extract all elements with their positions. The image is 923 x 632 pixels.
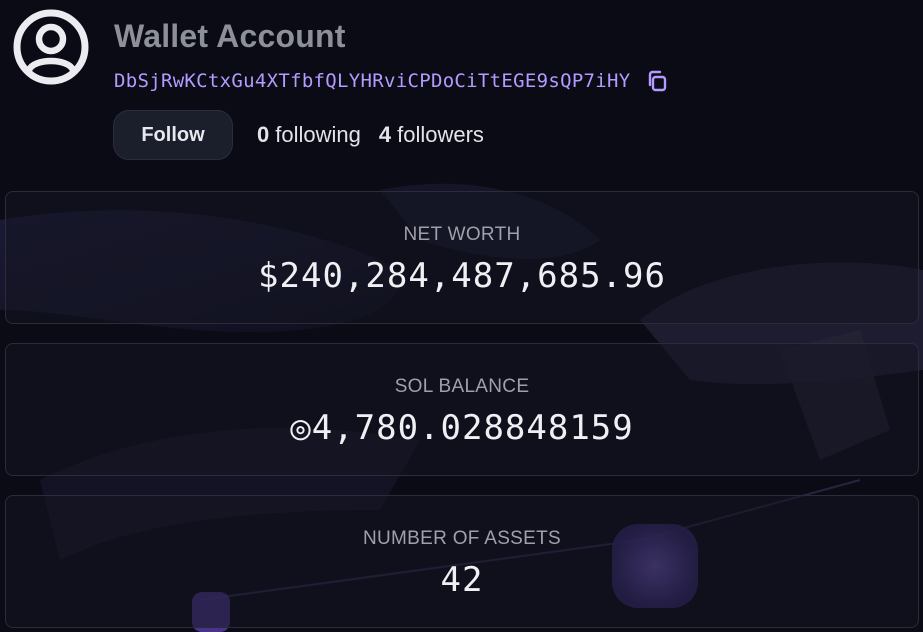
follow-row: Follow 0 following 4 followers	[113, 110, 484, 160]
net-worth-value: $240,284,487,685.96	[258, 256, 666, 296]
following-stat[interactable]: 0 following	[257, 122, 361, 148]
page-title: Wallet Account	[114, 18, 346, 54]
follow-stats: 0 following 4 followers	[257, 122, 484, 148]
profile-header: Wallet Account DbSjRwKCtxGu4XTfbfQLYHRvi…	[12, 8, 923, 178]
wallet-account-page: Wallet Account DbSjRwKCtxGu4XTfbfQLYHRvi…	[0, 0, 923, 632]
net-worth-label: NET WORTH	[403, 224, 521, 245]
following-count: 0	[257, 122, 270, 147]
sol-balance-value: ◎4,780.028848159	[290, 408, 634, 448]
sol-balance-card: SOL BALANCE ◎4,780.028848159	[5, 343, 919, 476]
sol-balance-label: SOL BALANCE	[394, 376, 530, 397]
wallet-address-row: DbSjRwKCtxGu4XTfbfQLYHRviCPDoCiTtEGE9sQP…	[114, 68, 669, 94]
followers-stat[interactable]: 4 followers	[379, 122, 484, 148]
wallet-address[interactable]: DbSjRwKCtxGu4XTfbfQLYHRviCPDoCiTtEGE9sQP…	[114, 70, 631, 92]
following-label: following	[275, 122, 361, 147]
followers-count: 4	[378, 122, 392, 147]
follow-button[interactable]: Follow	[113, 110, 233, 160]
followers-label: followers	[397, 122, 484, 147]
copy-icon[interactable]	[645, 69, 669, 93]
net-worth-card: NET WORTH $240,284,487,685.96	[5, 191, 919, 324]
number-of-assets-value: 42	[440, 560, 484, 600]
user-circle-icon	[13, 9, 89, 85]
number-of-assets-label: NUMBER OF ASSETS	[362, 528, 561, 549]
number-of-assets-card: NUMBER OF ASSETS 42	[5, 495, 919, 628]
